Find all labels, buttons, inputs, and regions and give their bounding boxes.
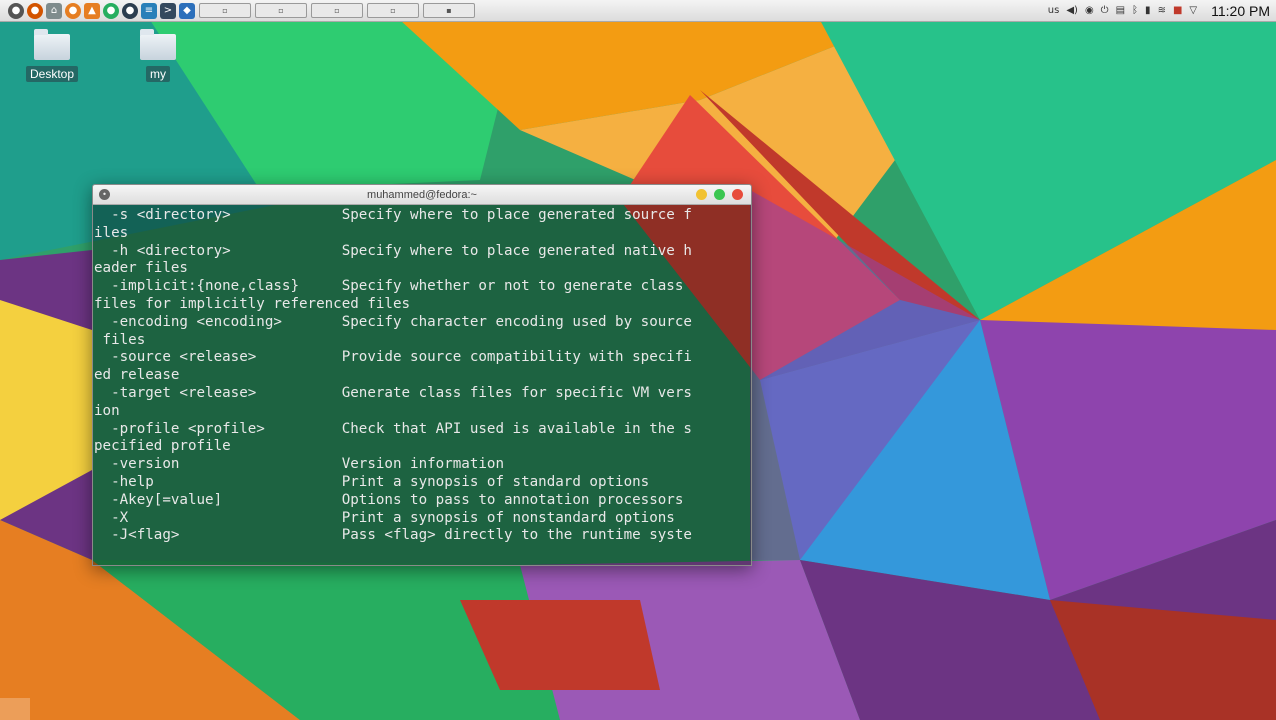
terminal-line: -s <directory> Specify where to place ge… <box>94 207 692 223</box>
home-icon[interactable]: ⌂ <box>46 2 62 19</box>
app-icon[interactable]: ● <box>103 2 119 19</box>
taskbar-button[interactable]: ▫ <box>311 3 363 18</box>
volume-icon[interactable]: ◀) <box>1066 5 1078 16</box>
clock[interactable]: 11:20 PM <box>1211 3 1270 19</box>
web-icon[interactable]: ● <box>65 2 81 19</box>
terminal-line: pecified profile <box>94 438 231 455</box>
taskbar-button[interactable]: ▫ <box>199 3 251 18</box>
shield-icon[interactable]: ◆ <box>179 2 195 19</box>
window-menu-icon[interactable]: • <box>99 189 110 200</box>
terminal-output[interactable]: -s <directory> Specify where to place ge… <box>93 205 751 565</box>
maximize-button[interactable] <box>714 189 725 200</box>
expand-icon[interactable]: ▽ <box>1189 5 1197 16</box>
top-panel: ● ● ⌂ ● ▲ ● ● ≡ > ◆ ▫ ▫ ▫ ▫ ▪ us ◀) ◉ ⏻ … <box>0 0 1276 22</box>
taskbar-button-active[interactable]: ▪ <box>423 3 475 18</box>
terminal-window[interactable]: • muhammed@fedora:~ -s <directory> Speci… <box>92 184 752 566</box>
close-button[interactable] <box>732 189 743 200</box>
desktop-folder-my[interactable]: my <box>128 28 188 82</box>
desktop-folder-desktop[interactable]: Desktop <box>22 28 82 82</box>
terminal-line: -help Print a synopsis of standard optio… <box>94 473 650 490</box>
folder-icon <box>34 29 70 60</box>
terminal-line: -h <directory> Specify where to place ge… <box>94 242 692 259</box>
terminal-line: ed release <box>94 367 180 384</box>
window-title: muhammed@fedora:~ <box>367 188 477 201</box>
terminal-line: ion <box>94 402 120 419</box>
desktop-icon-label: my <box>146 66 170 82</box>
firefox-icon[interactable]: ● <box>27 2 43 19</box>
terminal-line: -encoding <encoding> Specify character e… <box>94 313 692 330</box>
network-icon[interactable]: ≋ <box>1158 5 1166 16</box>
minimize-button[interactable] <box>696 189 707 200</box>
bluetooth-icon[interactable]: ᛒ <box>1132 5 1138 16</box>
terminal-line: -source <release> Provide source compati… <box>94 349 692 366</box>
terminal-line: -J<flag> Pass <flag> directly to the run… <box>94 527 692 544</box>
terminal-line: files for implicitly referenced files <box>94 295 411 312</box>
system-tray: us ◀) ◉ ⏻ ▤ ᛒ ▮ ≋ ■ ▽ 11:20 PM <box>1041 0 1276 21</box>
folder-icon <box>140 29 176 60</box>
desktop-icon-label: Desktop <box>25 66 79 82</box>
keyboard-layout[interactable]: us <box>1048 5 1060 16</box>
terminal-line: -Akey[=value] Options to pass to annotat… <box>94 491 684 508</box>
power-icon[interactable]: ⏻ <box>1101 5 1109 16</box>
terminal-line: -implicit:{none,class} Specify whether o… <box>94 278 692 295</box>
system-icon[interactable]: ● <box>8 2 24 19</box>
terminal-titlebar[interactable]: • muhammed@fedora:~ <box>93 185 751 205</box>
taskbar-button[interactable]: ▫ <box>367 3 419 18</box>
desktop-toolbox-icon[interactable] <box>0 698 30 720</box>
terminal-line: files <box>94 331 146 348</box>
taskbar-button[interactable]: ▫ <box>255 3 307 18</box>
terminal-launcher-icon[interactable]: > <box>160 2 176 19</box>
terminal-line: iles <box>94 224 129 241</box>
battery-icon[interactable]: ▮ <box>1145 5 1151 16</box>
updates-icon[interactable]: ■ <box>1173 5 1182 16</box>
vlc-icon[interactable]: ▲ <box>84 2 100 19</box>
text-editor-icon[interactable]: ≡ <box>141 2 157 19</box>
terminal-line: -target <release> Generate class files f… <box>94 384 692 401</box>
clipboard-icon[interactable]: ▤ <box>1116 5 1125 16</box>
media-icon[interactable]: ◉ <box>1085 5 1094 16</box>
terminal-text: -s <directory> Specify where to place ge… <box>93 207 751 545</box>
settings-icon[interactable]: ● <box>122 2 138 19</box>
launcher-bar: ● ● ⌂ ● ▲ ● ● ≡ > ◆ ▫ ▫ ▫ ▫ ▪ <box>0 2 475 19</box>
terminal-line: -version Version information <box>94 456 504 473</box>
terminal-line: -X Print a synopsis of nonstandard optio… <box>94 509 675 526</box>
terminal-line: -profile <profile> Check that API used i… <box>94 420 692 437</box>
terminal-line: eader files <box>94 260 188 277</box>
